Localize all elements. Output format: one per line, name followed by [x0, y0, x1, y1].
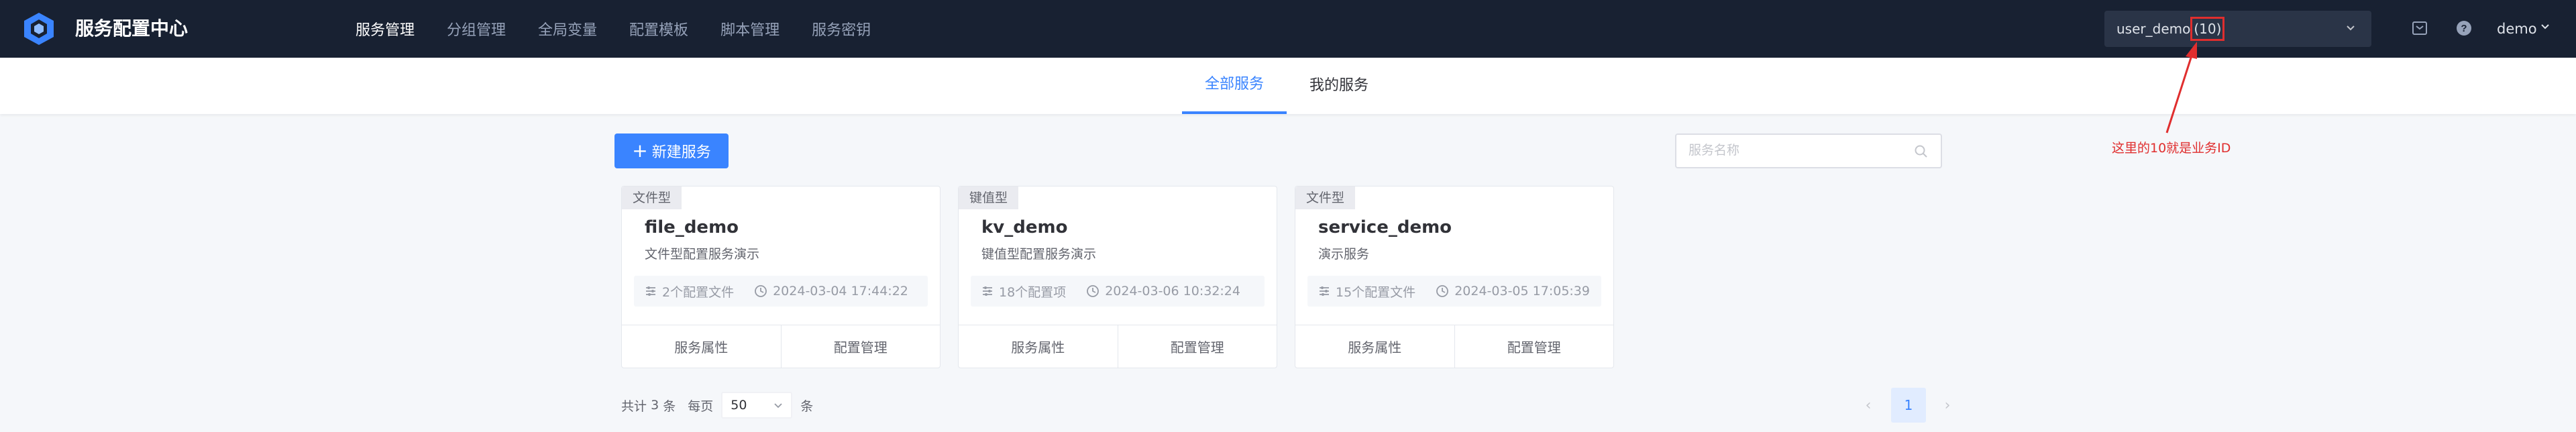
service-name: kv_demo — [981, 217, 1068, 237]
prev-page-button[interactable]: ‹ — [1859, 394, 1878, 416]
service-type-badge: 文件型 — [1295, 186, 1356, 209]
config-count-text: 15个配置文件 — [1336, 284, 1416, 300]
config-management-button[interactable]: 配置管理 — [780, 325, 941, 368]
service-name: service_demo — [1318, 217, 1452, 237]
business-selector[interactable]: user_demo (10) — [2104, 11, 2371, 47]
service-desc: 演示服务 — [1318, 247, 1370, 262]
total-suffix: 条 — [663, 398, 676, 414]
update-time-text: 2024-03-05 17:05:39 — [1454, 284, 1590, 299]
page-number-current[interactable]: 1 — [1891, 388, 1926, 423]
service-tabs: 全部服务 我的服务 — [0, 58, 2576, 114]
service-name: file_demo — [645, 217, 739, 237]
help-icon[interactable]: ? — [2455, 19, 2473, 37]
service-type-badge: 键值型 — [959, 186, 1019, 209]
service-attributes-button[interactable]: 服务属性 — [622, 325, 781, 368]
next-page-button[interactable]: › — [1938, 394, 1957, 416]
new-service-label: 新建服务 — [651, 144, 711, 161]
page-size-suffix: 条 — [800, 398, 814, 414]
business-name: user_demo — [2116, 21, 2191, 37]
chevron-down-icon — [774, 403, 782, 409]
update-time-text: 2024-03-04 17:44:22 — [773, 284, 908, 299]
search-input[interactable] — [1676, 135, 1898, 167]
config-count: 15个配置文件 — [1318, 282, 1415, 301]
clock-icon — [1087, 285, 1099, 297]
total-count: 3 — [651, 398, 659, 413]
pagination-summary: 共计 3 条 每页 50 条 — [621, 392, 813, 419]
config-count: 2个配置文件 — [645, 282, 734, 301]
update-time-text: 2024-03-06 10:32:24 — [1105, 284, 1240, 299]
nav-item-global-variables[interactable]: 全局变量 — [538, 18, 597, 40]
service-card[interactable]: 文件型 service_demo 演示服务 15个配置文件 2024-03-05… — [1295, 186, 1614, 368]
tab-all-services[interactable]: 全部服务 — [1182, 58, 1287, 114]
config-list-icon — [983, 286, 992, 296]
card-actions: 服务属性 配置管理 — [959, 325, 1277, 368]
config-list-icon — [646, 286, 655, 296]
top-navbar: 服务配置中心 服务管理 分组管理 全局变量 配置模板 脚本管理 服务密钥 use… — [0, 0, 2576, 58]
config-management-button[interactable]: 配置管理 — [1454, 325, 1614, 368]
service-search[interactable] — [1675, 133, 1942, 168]
nav-item-service-keys[interactable]: 服务密钥 — [812, 18, 871, 40]
service-meta: 15个配置文件 2024-03-05 17:05:39 — [1307, 276, 1601, 307]
business-id-highlight: (10) — [2190, 17, 2225, 41]
page-size-select[interactable]: 50 — [721, 392, 793, 419]
new-service-button[interactable]: + 新建服务 — [614, 133, 729, 168]
service-card[interactable]: 键值型 kv_demo 键值型配置服务演示 18个配置项 2024-03-06 … — [958, 186, 1277, 368]
card-actions: 服务属性 配置管理 — [1295, 325, 1613, 368]
service-desc: 键值型配置服务演示 — [981, 247, 1097, 262]
annotation-text: 这里的10就是业务ID — [2112, 141, 2231, 156]
service-card[interactable]: 文件型 file_demo 文件型配置服务演示 2个配置文件 2024-03-0… — [621, 186, 941, 368]
config-count: 18个配置项 — [981, 282, 1066, 301]
update-time: 2024-03-06 10:32:24 — [1086, 284, 1240, 299]
service-attributes-button[interactable]: 服务属性 — [1295, 325, 1454, 368]
doc-center-icon[interactable] — [2411, 19, 2428, 37]
user-name[interactable]: demo — [2497, 0, 2537, 58]
card-actions: 服务属性 配置管理 — [622, 325, 940, 368]
tab-my-services[interactable]: 我的服务 — [1309, 58, 1368, 114]
config-list-icon — [1320, 286, 1329, 296]
nav-item-config-templates[interactable]: 配置模板 — [629, 18, 688, 40]
clock-icon — [1436, 285, 1449, 297]
logo-icon[interactable] — [21, 11, 56, 46]
config-count-text: 18个配置项 — [999, 284, 1067, 300]
nav-item-service-management[interactable]: 服务管理 — [356, 18, 415, 40]
clock-icon — [755, 285, 767, 297]
total-prefix: 共计 — [621, 398, 647, 414]
app-title: 服务配置中心 — [75, 17, 189, 40]
update-time: 2024-03-05 17:05:39 — [1436, 284, 1590, 299]
config-count-text: 2个配置文件 — [662, 284, 735, 300]
service-meta: 18个配置项 2024-03-06 10:32:24 — [971, 276, 1265, 307]
chevron-down-icon[interactable] — [2540, 21, 2551, 32]
service-attributes-button[interactable]: 服务属性 — [959, 325, 1118, 368]
plus-icon: + — [632, 140, 648, 162]
config-management-button[interactable]: 配置管理 — [1117, 325, 1277, 368]
update-time: 2024-03-04 17:44:22 — [754, 284, 908, 299]
service-type-badge: 文件型 — [622, 186, 682, 209]
service-meta: 2个配置文件 2024-03-04 17:44:22 — [634, 276, 928, 307]
main-nav: 服务管理 分组管理 全局变量 配置模板 脚本管理 服务密钥 — [356, 0, 903, 58]
nav-item-group-management[interactable]: 分组管理 — [447, 18, 506, 40]
chevron-down-icon — [2347, 25, 2355, 31]
service-desc: 文件型配置服务演示 — [645, 247, 760, 262]
per-page-label: 每页 — [688, 398, 714, 414]
svg-text:?: ? — [2461, 23, 2467, 34]
nav-item-script-management[interactable]: 脚本管理 — [720, 18, 780, 40]
page-size-value: 50 — [731, 398, 747, 413]
search-icon[interactable] — [1914, 144, 1929, 159]
